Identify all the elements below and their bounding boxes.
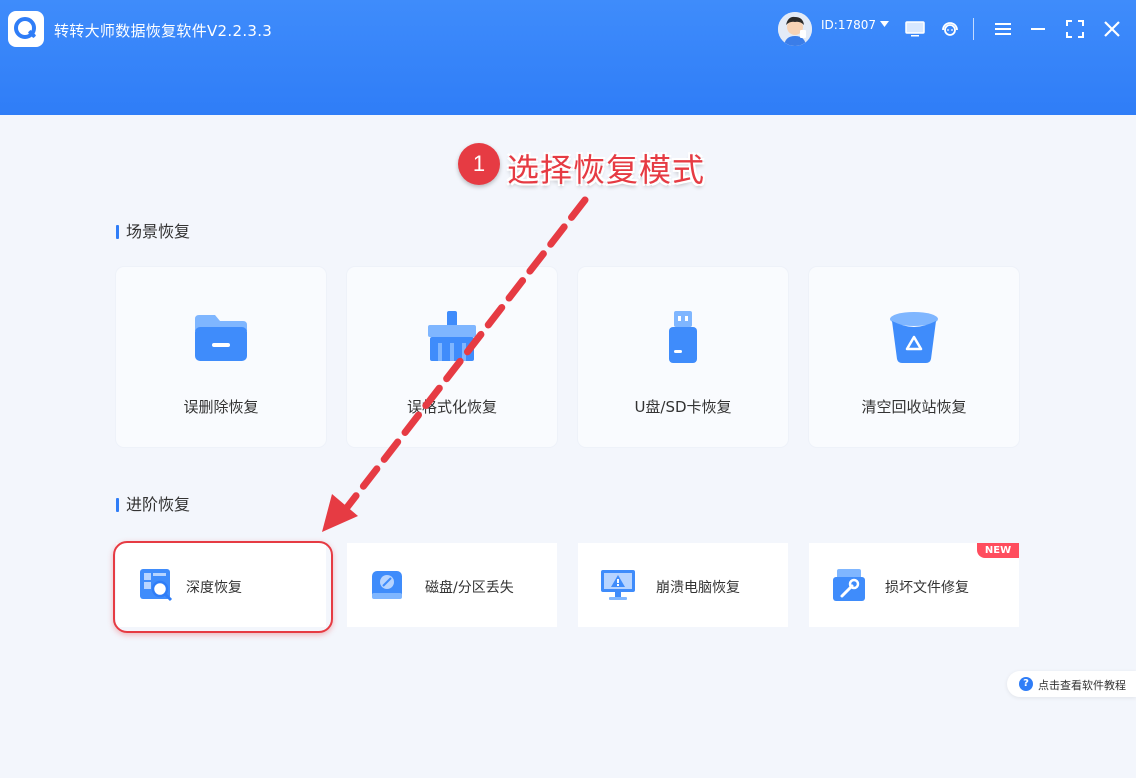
recycle-bin-icon (890, 312, 938, 363)
broom-icon (428, 311, 476, 361)
card-recycle-bin[interactable]: 清空回收站恢复 (809, 267, 1019, 447)
card-label: 损坏文件修复 (885, 580, 969, 596)
card-accidental-delete[interactable]: 误删除恢复 (116, 267, 326, 447)
help-icon: ? (1019, 677, 1033, 691)
chevron-down-icon[interactable] (880, 21, 889, 27)
section-title-scene: 场景恢复 (116, 223, 190, 241)
card-label: 崩溃电脑恢复 (656, 580, 740, 596)
menu-icon[interactable] (993, 19, 1013, 39)
maximize-icon[interactable] (1065, 19, 1085, 39)
file-repair-icon (833, 569, 865, 601)
avatar[interactable] (778, 12, 812, 46)
card-label: 磁盘/分区丢失 (425, 580, 514, 596)
minimize-icon[interactable] (1028, 19, 1048, 39)
customer-service-icon[interactable] (940, 19, 960, 39)
highlight-frame (113, 541, 333, 633)
step-number-badge: 1 (458, 143, 500, 185)
card-disk-partition[interactable]: 磁盘/分区丢失 (347, 543, 557, 627)
tutorial-link-label: 点击查看软件教程 (1038, 679, 1126, 692)
card-label: U盘/SD卡恢复 (634, 398, 732, 416)
step-instruction: 选择恢复模式 (507, 151, 706, 189)
section-title-advanced: 进阶恢复 (116, 496, 190, 514)
tutorial-link[interactable]: ? 点击查看软件教程 (1007, 671, 1136, 697)
title-bar: 转转大师数据恢复软件V2.2.3.3 ID:17807 (0, 0, 1136, 115)
card-usb-sd[interactable]: U盘/SD卡恢复 (578, 267, 788, 447)
disk-icon (372, 571, 402, 599)
close-icon[interactable] (1102, 19, 1122, 39)
new-badge: NEW (977, 543, 1019, 558)
card-accidental-format[interactable]: 误格式化恢复 (347, 267, 557, 447)
card-crashed-pc[interactable]: 崩溃电脑恢复 (578, 543, 788, 627)
card-label: 误删除恢复 (183, 398, 259, 416)
user-id[interactable]: ID:17807 (821, 18, 876, 32)
app-title: 转转大师数据恢复软件V2.2.3.3 (54, 22, 273, 40)
monitor-icon[interactable] (905, 19, 925, 39)
app-logo-icon (8, 11, 44, 47)
card-label: 误格式化恢复 (406, 398, 497, 416)
card-label: 清空回收站恢复 (861, 398, 967, 416)
crashed-monitor-icon (601, 570, 635, 600)
header-separator (973, 18, 974, 40)
folder-icon (195, 315, 247, 361)
usb-drive-icon (669, 311, 697, 363)
